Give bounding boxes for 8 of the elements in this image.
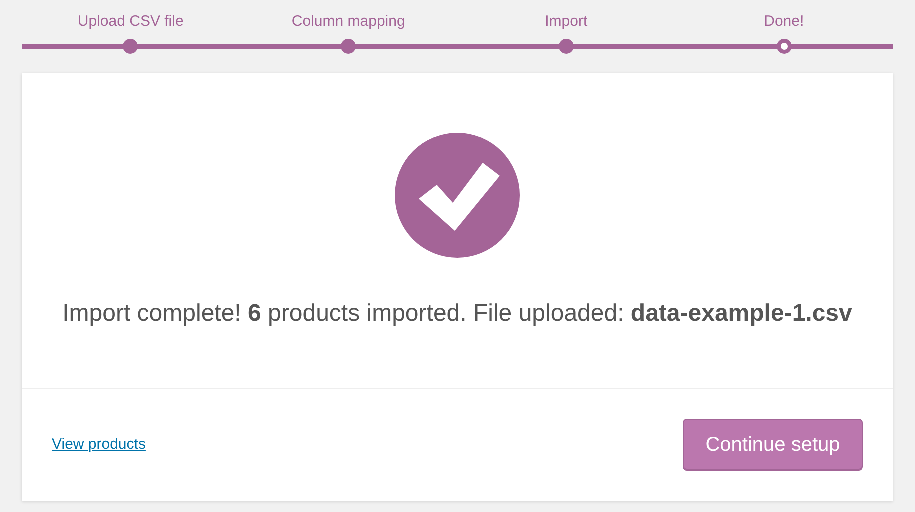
checkmark-icon [395,133,520,258]
view-products-link[interactable]: View products [52,434,146,456]
continue-setup-button[interactable]: Continue setup [683,419,863,471]
step-label: Done! [764,12,804,32]
step-label: Column mapping [292,12,406,32]
import-message: Import complete! 6 products imported. File uploaded: data-example-1.csv [62,299,852,329]
step-label: Upload CSV file [78,12,184,32]
step-label: Import [545,12,588,32]
